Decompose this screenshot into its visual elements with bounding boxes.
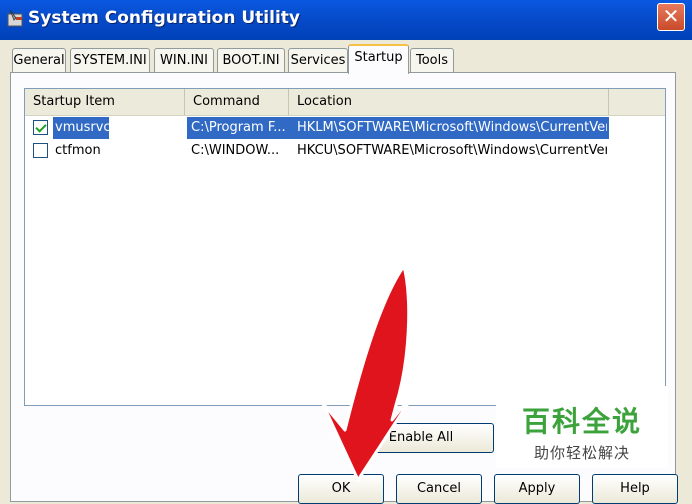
help-button[interactable]: Help: [592, 474, 678, 504]
tab-label: General: [13, 53, 65, 68]
tab-tools[interactable]: Tools: [410, 48, 454, 72]
column-header-startup-item[interactable]: Startup Item: [25, 89, 185, 115]
tab-label: BOOT.INI: [222, 53, 280, 68]
button-label: Cancel: [416, 481, 462, 496]
tab-startup[interactable]: Startup: [348, 44, 409, 74]
startup-list[interactable]: Startup Item Command Location vmusrvc C:…: [24, 88, 666, 406]
column-header-command[interactable]: Command: [185, 89, 289, 115]
title-bar[interactable]: System Configuration Utility ✕: [0, 0, 692, 40]
startup-item-command: C:\Program F...: [191, 120, 286, 135]
startup-item-location: HKLM\SOFTWARE\Microsoft\Windows\CurrentV…: [297, 120, 607, 135]
tab-label: Startup: [354, 50, 403, 65]
button-label: OK: [331, 481, 351, 496]
startup-item-command: C:\WINDOW...: [191, 143, 280, 158]
startup-item-name: ctfmon: [55, 143, 101, 158]
tab-label: SYSTEM.INI: [73, 53, 147, 68]
column-header-location[interactable]: Location: [289, 89, 609, 115]
startup-item-checkbox[interactable]: [33, 120, 48, 135]
tab-boot-ini[interactable]: BOOT.INI: [217, 48, 285, 72]
ok-button[interactable]: OK: [298, 474, 384, 504]
tab-system-ini[interactable]: SYSTEM.INI: [70, 48, 150, 72]
apply-button[interactable]: Apply: [494, 474, 580, 504]
button-label: Apply: [518, 481, 556, 496]
button-label: Enable All: [388, 430, 454, 445]
tab-label: WIN.INI: [160, 53, 208, 68]
startup-item-name: vmusrvc: [55, 120, 111, 135]
button-label: Help: [620, 481, 650, 496]
window-title: System Configuration Utility: [28, 8, 300, 28]
enable-all-button[interactable]: Enable All: [348, 423, 494, 453]
close-icon: ✕: [662, 4, 680, 28]
tab-win-ini[interactable]: WIN.INI: [154, 48, 214, 72]
table-row[interactable]: ctfmon C:\WINDOW... HKCU\SOFTWARE\Micros…: [25, 140, 665, 162]
table-row[interactable]: vmusrvc C:\Program F... HKLM\SOFTWARE\Mi…: [25, 117, 665, 139]
watermark-subtitle: 助你轻松解决: [533, 444, 630, 462]
startup-item-checkbox[interactable]: [33, 143, 48, 158]
watermark-title: 百科全说: [521, 405, 642, 438]
tab-general[interactable]: General: [12, 48, 66, 72]
startup-item-location: HKCU\SOFTWARE\Microsoft\Windows\CurrentV…: [297, 143, 607, 158]
close-button[interactable]: ✕: [657, 3, 685, 31]
tab-services[interactable]: Services: [288, 48, 348, 72]
app-icon: [7, 9, 23, 27]
list-header: Startup Item Command Location: [25, 89, 665, 116]
tab-label: Services: [290, 53, 346, 68]
tab-label: Tools: [415, 53, 449, 68]
watermark-logo: 百科全说 助你轻松解决: [496, 386, 668, 468]
cancel-button[interactable]: Cancel: [396, 474, 482, 504]
